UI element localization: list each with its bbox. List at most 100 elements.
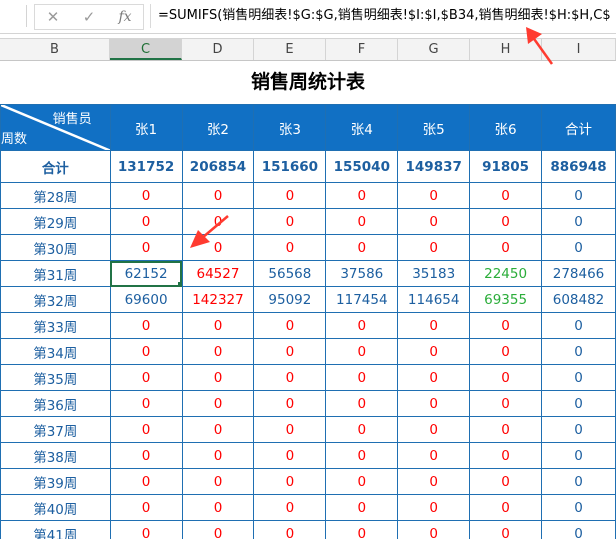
data-cell[interactable]: 0 xyxy=(181,520,255,539)
data-cell[interactable]: 0 xyxy=(253,442,327,469)
active-cell[interactable]: 62152 xyxy=(109,260,183,287)
data-cell[interactable]: 37586 xyxy=(325,260,399,287)
formula-input[interactable]: =SUMIFS(销售明细表!$G:$G,销售明细表!$I:$I,$B34,销售明… xyxy=(150,4,616,28)
data-cell[interactable]: 114654 xyxy=(397,286,471,313)
data-cell[interactable]: 0 xyxy=(397,182,471,209)
data-cell[interactable]: 0 xyxy=(109,182,183,209)
column-header-g[interactable]: G xyxy=(398,39,470,60)
data-cell[interactable]: 0 xyxy=(397,390,471,417)
data-cell[interactable]: 0 xyxy=(541,416,616,443)
week-label[interactable]: 第29周 xyxy=(0,208,111,235)
data-cell[interactable]: 0 xyxy=(541,338,616,365)
insert-function-icon[interactable]: fx xyxy=(110,6,140,28)
data-cell[interactable]: 0 xyxy=(325,312,399,339)
column-header-i[interactable]: I xyxy=(542,39,616,60)
header-cell[interactable]: 张5 xyxy=(397,104,471,151)
data-cell[interactable]: 0 xyxy=(469,520,543,539)
data-cell[interactable]: 117454 xyxy=(325,286,399,313)
header-cell[interactable]: 张6 xyxy=(469,104,543,151)
week-label[interactable]: 第38周 xyxy=(0,442,111,469)
total-cell[interactable]: 151660 xyxy=(253,150,327,183)
column-header-e[interactable]: E xyxy=(254,39,326,60)
week-label[interactable]: 第30周 xyxy=(0,234,111,261)
data-cell[interactable]: 0 xyxy=(109,442,183,469)
week-label[interactable]: 第28周 xyxy=(0,182,111,209)
data-cell[interactable]: 0 xyxy=(397,312,471,339)
data-cell[interactable]: 0 xyxy=(181,338,255,365)
column-header-f[interactable]: F xyxy=(326,39,398,60)
data-cell[interactable]: 0 xyxy=(325,494,399,521)
total-cell[interactable]: 206854 xyxy=(181,150,255,183)
corner-cell[interactable]: 销售员 周数 xyxy=(0,104,111,151)
data-cell[interactable]: 0 xyxy=(541,234,616,261)
data-cell[interactable]: 0 xyxy=(325,234,399,261)
header-cell[interactable]: 张3 xyxy=(253,104,327,151)
header-cell[interactable]: 张1 xyxy=(109,104,183,151)
week-label[interactable]: 第41周 xyxy=(0,520,111,539)
data-cell[interactable]: 56568 xyxy=(253,260,327,287)
data-cell[interactable]: 0 xyxy=(109,364,183,391)
data-cell[interactable]: 0 xyxy=(541,520,616,539)
total-cell[interactable]: 149837 xyxy=(397,150,471,183)
data-cell[interactable]: 0 xyxy=(253,416,327,443)
data-cell[interactable]: 0 xyxy=(397,364,471,391)
week-label[interactable]: 第36周 xyxy=(0,390,111,417)
data-cell[interactable]: 0 xyxy=(109,208,183,235)
data-cell[interactable]: 0 xyxy=(469,494,543,521)
data-cell[interactable]: 0 xyxy=(397,442,471,469)
data-cell[interactable]: 0 xyxy=(541,390,616,417)
week-label[interactable]: 第40周 xyxy=(0,494,111,521)
data-cell[interactable]: 69355 xyxy=(469,286,543,313)
confirm-icon[interactable]: ✓ xyxy=(74,6,104,28)
data-cell[interactable]: 0 xyxy=(469,416,543,443)
data-cell[interactable]: 0 xyxy=(541,312,616,339)
data-cell[interactable]: 0 xyxy=(397,208,471,235)
data-cell[interactable]: 0 xyxy=(181,494,255,521)
data-cell[interactable]: 0 xyxy=(181,416,255,443)
data-cell[interactable]: 0 xyxy=(397,494,471,521)
total-label[interactable]: 合计 xyxy=(0,150,111,183)
data-cell[interactable]: 0 xyxy=(541,182,616,209)
data-cell[interactable]: 0 xyxy=(109,416,183,443)
total-cell[interactable]: 155040 xyxy=(325,150,399,183)
data-cell[interactable]: 0 xyxy=(181,390,255,417)
data-cell[interactable]: 0 xyxy=(541,442,616,469)
column-header-c[interactable]: C xyxy=(110,39,182,60)
week-label[interactable]: 第37周 xyxy=(0,416,111,443)
data-cell[interactable]: 0 xyxy=(325,442,399,469)
data-cell[interactable]: 0 xyxy=(325,416,399,443)
data-cell[interactable]: 0 xyxy=(397,416,471,443)
data-cell[interactable]: 608482 xyxy=(541,286,616,313)
column-header-h[interactable]: H xyxy=(470,39,542,60)
data-cell[interactable]: 0 xyxy=(541,494,616,521)
data-cell[interactable]: 0 xyxy=(469,208,543,235)
data-cell[interactable]: 0 xyxy=(541,208,616,235)
data-cell[interactable]: 0 xyxy=(181,182,255,209)
total-cell[interactable]: 131752 xyxy=(109,150,183,183)
data-cell[interactable]: 142327 xyxy=(181,286,255,313)
data-cell[interactable]: 0 xyxy=(181,364,255,391)
header-cell[interactable]: 张2 xyxy=(181,104,255,151)
data-cell[interactable]: 0 xyxy=(397,520,471,539)
data-cell[interactable]: 22450 xyxy=(469,260,543,287)
week-label[interactable]: 第34周 xyxy=(0,338,111,365)
total-cell[interactable]: 886948 xyxy=(541,150,616,183)
total-cell[interactable]: 91805 xyxy=(469,150,543,183)
column-header-b[interactable]: B xyxy=(0,39,110,60)
data-cell[interactable]: 0 xyxy=(253,364,327,391)
fill-handle[interactable] xyxy=(177,282,182,286)
data-cell[interactable]: 0 xyxy=(469,468,543,495)
week-label[interactable]: 第35周 xyxy=(0,364,111,391)
data-cell[interactable]: 0 xyxy=(541,364,616,391)
data-cell[interactable]: 0 xyxy=(109,338,183,365)
data-cell[interactable]: 0 xyxy=(397,468,471,495)
data-cell[interactable]: 0 xyxy=(325,364,399,391)
data-cell[interactable]: 0 xyxy=(253,338,327,365)
week-label[interactable]: 第33周 xyxy=(0,312,111,339)
data-cell[interactable]: 0 xyxy=(181,312,255,339)
data-cell[interactable]: 0 xyxy=(469,364,543,391)
data-cell[interactable]: 0 xyxy=(253,390,327,417)
data-cell[interactable]: 0 xyxy=(109,468,183,495)
week-label[interactable]: 第39周 xyxy=(0,468,111,495)
data-cell[interactable]: 0 xyxy=(109,390,183,417)
